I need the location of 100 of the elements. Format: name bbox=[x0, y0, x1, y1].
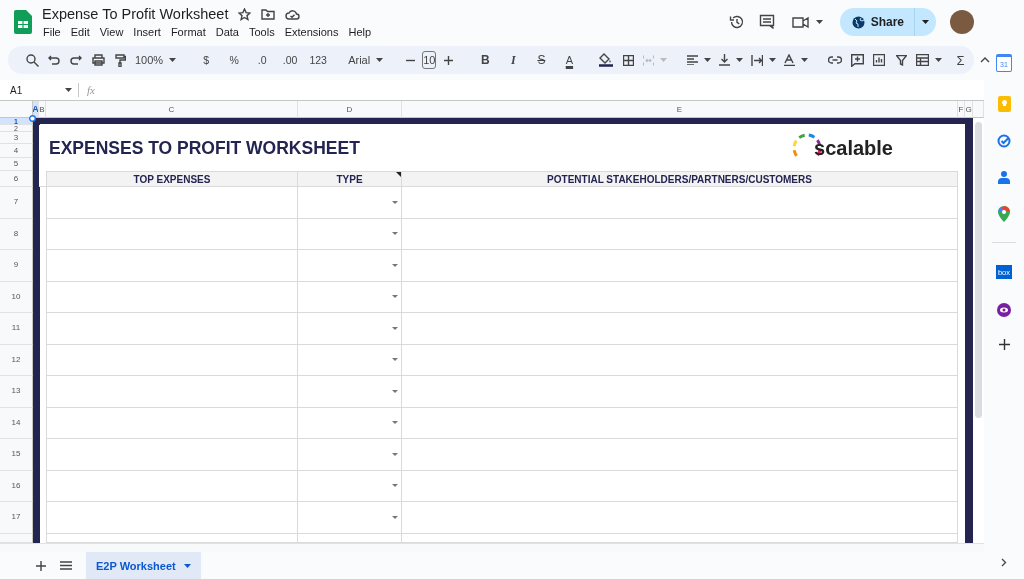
caret-icon[interactable] bbox=[376, 58, 384, 62]
table-cell[interactable] bbox=[402, 313, 958, 345]
table-cell[interactable] bbox=[46, 470, 298, 502]
bold-button[interactable]: B bbox=[472, 49, 499, 71]
history-icon[interactable] bbox=[728, 14, 745, 30]
text-wrap-icon[interactable] bbox=[751, 54, 764, 66]
menu-item[interactable]: Data bbox=[210, 26, 244, 38]
increase-decimal-button[interactable]: .00 bbox=[277, 49, 304, 71]
menu-item[interactable]: Tools bbox=[243, 26, 280, 38]
menu-item[interactable]: File bbox=[42, 26, 66, 38]
column-header[interactable]: E bbox=[402, 101, 958, 118]
menu-item[interactable]: Format bbox=[165, 26, 211, 38]
decrease-decimal-button[interactable]: .0 bbox=[249, 49, 276, 71]
menu-item[interactable]: Extensions bbox=[279, 26, 344, 38]
row-header[interactable]: 11 bbox=[0, 313, 33, 345]
table-cell[interactable] bbox=[46, 344, 298, 376]
table-cell[interactable] bbox=[402, 407, 958, 439]
spreadsheet-logo-icon[interactable] bbox=[14, 10, 32, 34]
text-color-button[interactable]: A bbox=[556, 49, 583, 71]
avatar[interactable] bbox=[950, 10, 974, 34]
document-title[interactable]: Expense To Profit Worksheet bbox=[42, 6, 229, 22]
table-cell[interactable] bbox=[298, 344, 402, 376]
table-cell[interactable] bbox=[46, 250, 298, 282]
more-formats-button[interactable]: 123 bbox=[305, 49, 332, 71]
caret-icon[interactable] bbox=[769, 58, 777, 62]
paint-roller-icon[interactable] bbox=[114, 53, 126, 67]
row-header[interactable]: 4 bbox=[0, 144, 33, 158]
table-cell[interactable] bbox=[402, 533, 958, 543]
dropdown-caret-icon[interactable] bbox=[392, 295, 398, 299]
row-header[interactable]: 3 bbox=[0, 132, 33, 144]
table-cell[interactable] bbox=[46, 313, 298, 345]
table-cell[interactable] bbox=[298, 313, 402, 345]
dropdown-caret-icon[interactable] bbox=[392, 232, 398, 236]
add-comment-icon[interactable] bbox=[850, 53, 864, 67]
plus-icon[interactable] bbox=[443, 55, 453, 65]
row-header[interactable]: 15 bbox=[0, 439, 33, 471]
table-cell[interactable] bbox=[46, 187, 298, 219]
dropdown-caret-icon[interactable] bbox=[392, 389, 398, 393]
eye-icon[interactable] bbox=[997, 303, 1011, 317]
vertical-align-icon[interactable] bbox=[719, 54, 731, 66]
font-dropdown[interactable]: Arial bbox=[345, 49, 387, 71]
row-header[interactable]: 12 bbox=[0, 344, 33, 376]
filter-icon[interactable] bbox=[895, 54, 907, 66]
table-cell[interactable] bbox=[298, 407, 402, 439]
row-header[interactable]: 17 bbox=[0, 502, 33, 534]
chart-icon[interactable] bbox=[873, 54, 886, 66]
row-header[interactable]: 7 bbox=[0, 187, 33, 219]
table-cell[interactable] bbox=[298, 281, 402, 313]
zoom-dropdown[interactable]: 100% bbox=[132, 49, 180, 71]
expand-panel-icon[interactable] bbox=[1001, 558, 1007, 567]
print-icon[interactable] bbox=[91, 54, 105, 66]
table-cell[interactable] bbox=[402, 470, 958, 502]
table-cell[interactable] bbox=[298, 218, 402, 250]
plus-icon[interactable] bbox=[998, 339, 1010, 350]
folder-icon[interactable] bbox=[261, 8, 276, 20]
table-cell[interactable] bbox=[402, 376, 958, 408]
italic-button[interactable]: I bbox=[500, 49, 527, 71]
borders-icon[interactable] bbox=[622, 54, 634, 66]
table-cell[interactable] bbox=[402, 187, 958, 219]
table-cell[interactable] bbox=[298, 376, 402, 408]
row-header[interactable]: 9 bbox=[0, 250, 33, 282]
caret-icon[interactable] bbox=[704, 58, 712, 62]
dropdown-caret-icon[interactable] bbox=[392, 515, 398, 519]
percent-format-button[interactable]: % bbox=[221, 49, 248, 71]
currency-format-button[interactable]: $ bbox=[193, 49, 220, 71]
dropdown-caret-icon[interactable] bbox=[392, 484, 398, 488]
text-rotation-icon[interactable] bbox=[784, 54, 796, 66]
align-left-icon[interactable] bbox=[687, 55, 699, 65]
table-cell[interactable] bbox=[402, 250, 958, 282]
table-cell[interactable] bbox=[298, 502, 402, 534]
fill-color-icon[interactable] bbox=[599, 53, 614, 67]
redo-icon[interactable] bbox=[70, 55, 82, 65]
dropdown-caret-icon[interactable] bbox=[392, 200, 398, 204]
table-view-icon[interactable] bbox=[916, 54, 930, 66]
table-cell[interactable] bbox=[298, 533, 402, 543]
selection-handle-icon[interactable] bbox=[29, 115, 36, 122]
table-cell[interactable] bbox=[298, 439, 402, 471]
caret-icon[interactable] bbox=[815, 20, 823, 24]
table-cell[interactable] bbox=[402, 281, 958, 313]
table-cell[interactable] bbox=[46, 439, 298, 471]
row-header[interactable]: 6 bbox=[0, 171, 33, 187]
video-camera-icon[interactable] bbox=[791, 15, 810, 29]
menu-item[interactable]: Edit bbox=[65, 26, 95, 38]
table-cell[interactable] bbox=[46, 281, 298, 313]
sheet-tab[interactable]: E2P Worksheet bbox=[86, 552, 201, 579]
all-sheets-menu-icon[interactable] bbox=[60, 561, 72, 570]
function-button[interactable]: Σ bbox=[947, 49, 974, 71]
dropdown-caret-icon[interactable] bbox=[392, 326, 398, 330]
undo-icon[interactable] bbox=[48, 55, 60, 65]
row-header[interactable]: 16 bbox=[0, 470, 33, 502]
table-cell[interactable] bbox=[402, 502, 958, 534]
search-icon[interactable] bbox=[25, 53, 39, 67]
table-cell[interactable] bbox=[298, 187, 402, 219]
table-cell[interactable] bbox=[46, 533, 298, 543]
menu-item[interactable]: Help bbox=[343, 26, 377, 38]
caret-icon[interactable] bbox=[736, 58, 744, 62]
table-cell[interactable] bbox=[46, 376, 298, 408]
table-cell[interactable] bbox=[402, 218, 958, 250]
caret-icon[interactable] bbox=[935, 58, 943, 62]
table-cell[interactable] bbox=[46, 407, 298, 439]
